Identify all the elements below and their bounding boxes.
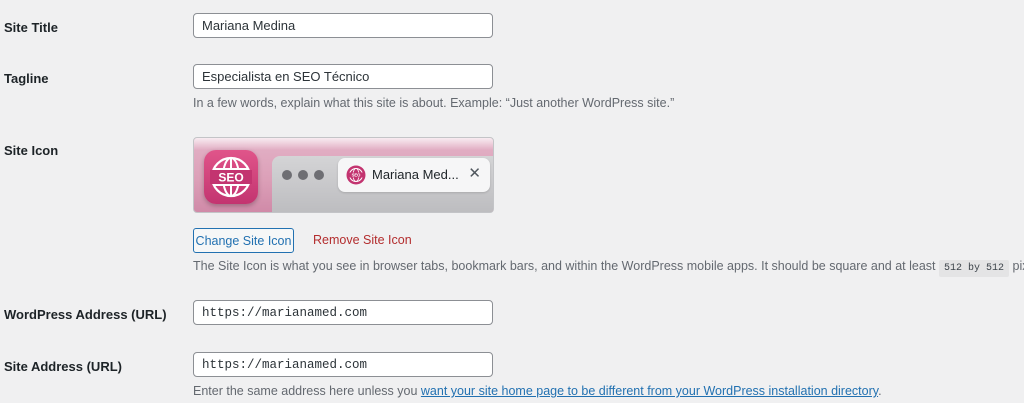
favicon-icon: SEO — [346, 165, 366, 185]
window-dot — [314, 170, 324, 180]
wordpress-address-label: WordPress Address (URL) — [4, 307, 167, 322]
tab-title: Mariana Med... — [372, 167, 459, 182]
window-dot — [282, 170, 292, 180]
site-icon-description: The Site Icon is what you see in browser… — [193, 259, 1024, 277]
tagline-description: In a few words, explain what this site i… — [193, 96, 675, 110]
site-address-description: Enter the same address here unless you w… — [193, 384, 882, 398]
tagline-input[interactable] — [193, 64, 493, 89]
site-address-input[interactable] — [193, 352, 493, 377]
close-icon: ✕ — [468, 165, 481, 182]
site-icon-preview: SEO SEO Mariana Med... ✕ — [193, 137, 494, 213]
wordpress-address-input[interactable] — [193, 300, 493, 325]
site-icon-label: Site Icon — [4, 143, 59, 158]
window-dot — [298, 170, 308, 180]
browser-chrome: SEO Mariana Med... ✕ — [272, 156, 493, 212]
site-icon-description-text: The Site Icon is what you see in browser… — [193, 259, 939, 273]
site-title-label: Site Title — [4, 20, 58, 35]
remove-site-icon-link[interactable]: Remove Site Icon — [313, 233, 412, 247]
globe-seo-icon: SEO — [210, 156, 252, 198]
preview-glow — [194, 138, 493, 150]
favicon-text: SEO — [352, 173, 362, 178]
browser-tab: SEO Mariana Med... ✕ — [338, 158, 490, 192]
site-address-description-end: . — [878, 384, 882, 398]
home-page-different-link[interactable]: want your site home page to be different… — [421, 384, 878, 398]
site-icon-description-end: pixels. — [1012, 259, 1024, 273]
site-title-input[interactable] — [193, 13, 493, 38]
app-icon: SEO — [204, 150, 258, 204]
app-icon-text: SEO — [218, 171, 243, 185]
size-code: 512 by 512 — [939, 260, 1010, 277]
site-address-label: Site Address (URL) — [4, 359, 122, 374]
site-address-description-text: Enter the same address here unless you — [193, 384, 421, 398]
change-site-icon-button[interactable]: Change Site Icon — [193, 228, 294, 253]
tagline-label: Tagline — [4, 71, 49, 86]
